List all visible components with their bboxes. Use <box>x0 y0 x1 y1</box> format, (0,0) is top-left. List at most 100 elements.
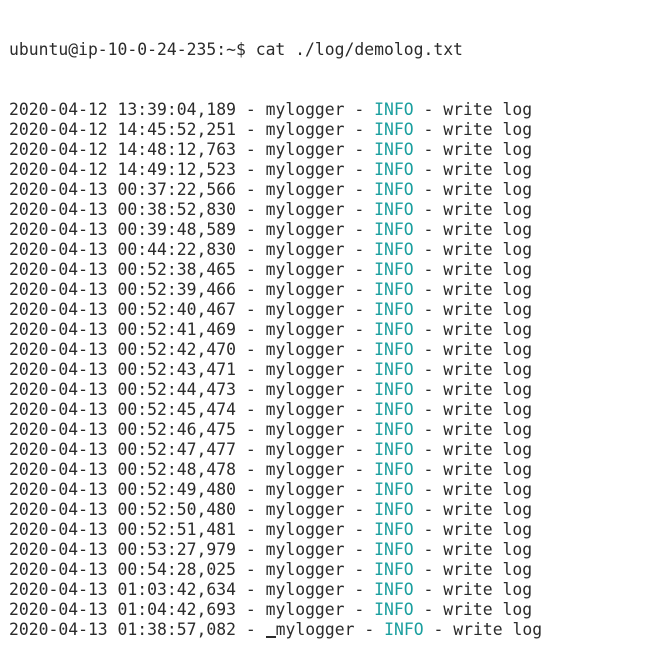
log-message: write log <box>443 500 533 519</box>
log-timestamp: 2020-04-13 00:52:44,473 <box>9 380 236 399</box>
log-timestamp: 2020-04-13 01:03:42,634 <box>9 580 236 599</box>
log-line: 2020-04-13 00:52:42,470 - mylogger - INF… <box>9 340 533 359</box>
log-level: INFO <box>374 600 414 619</box>
log-logger-name: mylogger <box>265 460 345 479</box>
log-message: write log <box>443 300 533 319</box>
log-message: write log <box>443 100 533 119</box>
log-line: 2020-04-13 00:53:27,979 - mylogger - INF… <box>9 540 533 559</box>
log-timestamp: 2020-04-13 00:39:48,589 <box>9 220 236 239</box>
log-message: write log <box>443 120 533 139</box>
log-level: INFO <box>374 180 414 199</box>
log-timestamp: 2020-04-13 00:52:43,471 <box>9 360 236 379</box>
log-line: 2020-04-13 00:52:40,467 - mylogger - INF… <box>9 300 533 319</box>
log-logger-name: mylogger <box>275 620 355 639</box>
log-timestamp: 2020-04-13 00:38:52,830 <box>9 200 236 219</box>
log-level: INFO <box>374 100 414 119</box>
log-line: 2020-04-13 00:52:49,480 - mylogger - INF… <box>9 480 533 499</box>
log-logger-name: mylogger <box>265 540 345 559</box>
log-line: 2020-04-13 00:52:43,471 - mylogger - INF… <box>9 360 533 379</box>
log-line: 2020-04-13 00:52:45,474 - mylogger - INF… <box>9 400 533 419</box>
log-logger-name: mylogger <box>265 100 345 119</box>
log-message: write log <box>443 400 533 419</box>
command-prompt-line: ubuntu@ip-10-0-24-235:~$ cat ./log/demol… <box>9 40 463 59</box>
log-timestamp: 2020-04-13 00:52:40,467 <box>9 300 236 319</box>
log-timestamp: 2020-04-13 00:52:50,480 <box>9 500 236 519</box>
text-cursor <box>265 636 276 638</box>
log-line: 2020-04-13 00:52:47,477 - mylogger - INF… <box>9 440 533 459</box>
log-line: 2020-04-12 13:39:04,189 - mylogger - INF… <box>9 100 533 119</box>
log-logger-name: mylogger <box>265 420 345 439</box>
log-logger-name: mylogger <box>265 360 345 379</box>
log-logger-name: mylogger <box>265 180 345 199</box>
log-timestamp: 2020-04-13 00:52:47,477 <box>9 440 236 459</box>
log-timestamp: 2020-04-12 14:48:12,763 <box>9 140 236 159</box>
log-line: 2020-04-13 00:52:38,465 - mylogger - INF… <box>9 260 533 279</box>
log-level: INFO <box>374 320 414 339</box>
log-logger-name: mylogger <box>265 340 345 359</box>
log-timestamp: 2020-04-13 00:52:48,478 <box>9 460 236 479</box>
log-level: INFO <box>374 340 414 359</box>
log-timestamp: 2020-04-13 00:52:42,470 <box>9 340 236 359</box>
log-level: INFO <box>374 400 414 419</box>
log-logger-name: mylogger <box>265 480 345 499</box>
log-message: write log <box>443 440 533 459</box>
log-level: INFO <box>384 620 424 639</box>
log-message: write log <box>443 200 533 219</box>
log-line: 2020-04-13 00:37:22,566 - mylogger - INF… <box>9 180 533 199</box>
log-level: INFO <box>374 560 414 579</box>
log-timestamp: 2020-04-13 00:52:45,474 <box>9 400 236 419</box>
log-logger-name: mylogger <box>265 500 345 519</box>
log-message: write log <box>443 240 533 259</box>
log-level: INFO <box>374 480 414 499</box>
log-message: write log <box>443 580 533 599</box>
log-logger-name: mylogger <box>265 200 345 219</box>
log-level: INFO <box>374 120 414 139</box>
log-line: 2020-04-12 14:45:52,251 - mylogger - INF… <box>9 120 533 139</box>
log-line: 2020-04-13 00:52:46,475 - mylogger - INF… <box>9 420 533 439</box>
terminal-output[interactable]: ubuntu@ip-10-0-24-235:~$ cat ./log/demol… <box>9 0 653 660</box>
log-timestamp: 2020-04-13 01:04:42,693 <box>9 600 236 619</box>
log-timestamp: 2020-04-13 00:52:38,465 <box>9 260 236 279</box>
log-message: write log <box>443 160 533 179</box>
log-message: write log <box>443 180 533 199</box>
log-level: INFO <box>374 460 414 479</box>
log-message: write log <box>443 280 533 299</box>
log-timestamp: 2020-04-13 01:38:57,082 <box>9 620 236 639</box>
log-logger-name: mylogger <box>265 400 345 419</box>
log-logger-name: mylogger <box>265 580 345 599</box>
log-message: write log <box>443 520 533 539</box>
log-level: INFO <box>374 440 414 459</box>
log-level: INFO <box>374 300 414 319</box>
log-level: INFO <box>374 240 414 259</box>
log-line: 2020-04-12 14:48:12,763 - mylogger - INF… <box>9 140 533 159</box>
log-message: write log <box>443 380 533 399</box>
log-message: write log <box>443 600 533 619</box>
log-timestamp: 2020-04-13 00:37:22,566 <box>9 180 236 199</box>
log-line: 2020-04-13 00:52:41,469 - mylogger - INF… <box>9 320 533 339</box>
log-timestamp: 2020-04-13 00:52:39,466 <box>9 280 236 299</box>
log-logger-name: mylogger <box>265 140 345 159</box>
log-level: INFO <box>374 220 414 239</box>
log-line: 2020-04-13 00:54:28,025 - mylogger - INF… <box>9 560 533 579</box>
log-message: write log <box>443 560 533 579</box>
log-logger-name: mylogger <box>265 260 345 279</box>
log-logger-name: mylogger <box>265 300 345 319</box>
log-logger-name: mylogger <box>265 120 345 139</box>
log-logger-name: mylogger <box>265 440 345 459</box>
log-message: write log <box>443 540 533 559</box>
log-level: INFO <box>374 580 414 599</box>
log-line: 2020-04-13 00:52:51,481 - mylogger - INF… <box>9 520 533 539</box>
log-level: INFO <box>374 540 414 559</box>
log-level: INFO <box>374 200 414 219</box>
log-line: 2020-04-13 00:52:39,466 - mylogger - INF… <box>9 280 533 299</box>
log-logger-name: mylogger <box>265 280 345 299</box>
log-line: 2020-04-13 01:38:57,082 - mylogger - INF… <box>9 620 543 639</box>
log-timestamp: 2020-04-13 00:53:27,979 <box>9 540 236 559</box>
log-message: write log <box>443 420 533 439</box>
log-logger-name: mylogger <box>265 560 345 579</box>
log-level: INFO <box>374 520 414 539</box>
log-timestamp: 2020-04-13 00:52:41,469 <box>9 320 236 339</box>
log-message: write log <box>443 340 533 359</box>
log-logger-name: mylogger <box>265 240 345 259</box>
log-level: INFO <box>374 360 414 379</box>
